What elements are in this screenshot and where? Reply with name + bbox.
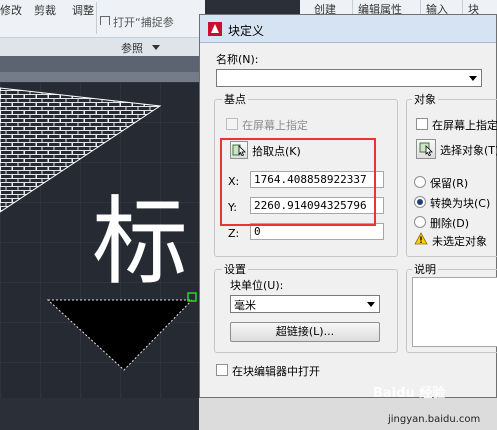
baidu-watermark: Baidu 经验: [373, 386, 446, 401]
objects-title: 对象: [412, 91, 438, 107]
drawing-tab-strip: [0, 56, 205, 82]
name-combobox[interactable]: [216, 69, 482, 87]
ribbon-panel-label[interactable]: 参照: [0, 37, 205, 56]
autocad-icon: [208, 22, 222, 36]
block-unit-label: 块单位(U):: [230, 279, 284, 292]
delete-radio[interactable]: [414, 216, 426, 228]
select-objects-label[interactable]: 选择对象(T): [440, 142, 497, 158]
dialog-titlebar[interactable]: 块定义: [200, 15, 496, 43]
filled-triangle: [46, 299, 194, 371]
base-specify-checkbox[interactable]: [226, 118, 238, 130]
z-label: Z:: [228, 227, 240, 240]
description-textarea[interactable]: [412, 277, 497, 347]
open-in-editor-checkbox[interactable]: [216, 364, 228, 376]
warning-text: 未选定对象: [432, 235, 487, 248]
dialog-title: 块定义: [228, 24, 265, 38]
base-specify-label: 在屏幕上指定: [242, 119, 308, 132]
settings-title: 设置: [222, 261, 248, 277]
ribbon-item-adjust[interactable]: 调整: [72, 2, 94, 18]
ribbon-item-modify[interactable]: 修改: [0, 2, 22, 18]
ribbon-panel: 修改 剪裁 调整 打开“捕捉参 参照: [0, 0, 205, 56]
retain-radio[interactable]: [414, 176, 426, 188]
delete-label: 删除(D): [430, 217, 470, 230]
chevron-down-icon: [152, 45, 160, 50]
warning-icon: [414, 232, 428, 245]
baidu-watermark-url: jingyan.baidu.com: [388, 414, 481, 425]
drawing-tab-bar: [0, 72, 205, 82]
select-objects-button[interactable]: [416, 139, 436, 159]
highlight-box: [220, 138, 376, 226]
ribbon-snap-item[interactable]: 打开“捕捉参: [113, 14, 174, 30]
open-in-editor-label: 在块编辑器中打开: [232, 365, 320, 378]
select-objects-icon: [419, 142, 433, 156]
snap-icon: [100, 16, 110, 25]
block-unit-value: 毫米: [234, 299, 256, 312]
chevron-down-icon[interactable]: [367, 302, 375, 307]
drawing-canvas[interactable]: 标: [0, 82, 205, 430]
retain-label: 保留(R): [430, 177, 469, 190]
hyperlink-button[interactable]: 超链接(L)...: [230, 322, 380, 342]
convert-to-block-radio[interactable]: [414, 196, 426, 208]
text-object[interactable]: 标: [92, 194, 188, 290]
ribbon-item-clip[interactable]: 剪裁: [34, 2, 56, 18]
objects-specify-checkbox[interactable]: [416, 118, 428, 130]
base-point-title: 基点: [222, 91, 248, 107]
panel-label-reference: 参照: [121, 42, 143, 55]
objects-specify-label: 在屏幕上指定: [432, 119, 497, 132]
chevron-down-icon[interactable]: [469, 76, 477, 81]
block-unit-select[interactable]: 毫米: [230, 295, 380, 313]
description-title: 说明: [412, 261, 438, 277]
ribbon-separator: [96, 2, 97, 34]
convert-to-block-label: 转换为块(C): [430, 197, 491, 210]
name-label: 名称(N):: [216, 53, 259, 66]
